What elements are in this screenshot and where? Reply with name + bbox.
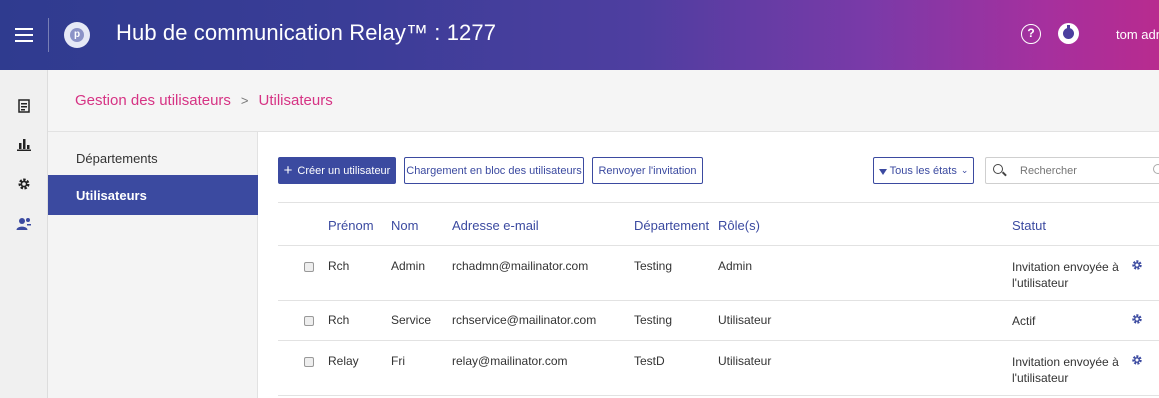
cell-department: Testing [634, 259, 673, 273]
chevron-down-icon: ⌄ [960, 165, 969, 175]
status-filter-label: Tous les états [889, 164, 957, 177]
filter-icon [878, 168, 887, 175]
cell-last-name: Fri [391, 354, 405, 368]
cell-role: Utilisateur [718, 313, 772, 327]
cell-status: Actif [1012, 314, 1036, 328]
row-checkbox[interactable] [304, 262, 314, 272]
help-icon[interactable]: ? [1021, 24, 1041, 44]
row-checkbox[interactable] [304, 357, 314, 367]
cell-status: Invitation envoyée à l'utilisateur [1012, 260, 1119, 290]
cell-last-name: Admin [391, 259, 426, 273]
search-icon [993, 164, 1003, 174]
sub-navigation: Départements Utilisateurs [48, 132, 258, 398]
brand-icon[interactable] [1058, 23, 1079, 44]
document-icon[interactable] [0, 92, 48, 120]
bulk-upload-button[interactable]: Chargement en bloc des utilisateurs [404, 157, 584, 184]
cell-first-name: Rch [328, 313, 350, 327]
cell-department: TestD [634, 354, 665, 368]
row-settings-gear-icon[interactable] [1131, 354, 1143, 366]
breadcrumb-current: Utilisateurs [258, 92, 333, 109]
column-header-email[interactable]: Adresse e-mail [452, 218, 539, 233]
logo-letter: p [70, 28, 84, 42]
search-input[interactable] [1020, 162, 1140, 180]
gear-icon[interactable] [0, 170, 48, 198]
cell-department: Testing [634, 313, 673, 327]
cell-role: Utilisateur [718, 354, 772, 368]
cell-email: rchadmn@mailinator.com [452, 259, 589, 273]
cell-last-name: Service [391, 313, 432, 327]
hamburger-icon [15, 28, 33, 42]
users-icon[interactable] [0, 210, 48, 238]
breadcrumb-separator: > [240, 93, 249, 108]
create-user-label: Créer un utilisateur [297, 164, 391, 177]
top-bar: p Hub de communication Relay™ : 1277 ? t… [0, 0, 1159, 70]
resend-invitation-button[interactable]: Renvoyer l'invitation [592, 157, 703, 184]
plus-icon: + [283, 162, 293, 179]
icon-rail [0, 70, 48, 398]
column-header-departement[interactable]: Département [634, 218, 709, 233]
bar-chart-icon[interactable] [0, 130, 48, 158]
row-settings-gear-icon[interactable] [1131, 259, 1143, 271]
table-row[interactable]: Rch Admin rchadmn@mailinator.com Testing… [278, 246, 1159, 301]
cell-email: relay@mailinator.com [452, 354, 568, 368]
header-divider [48, 18, 49, 52]
cell-email: rchservice@mailinator.com [452, 313, 597, 327]
cell-first-name: Relay [328, 354, 359, 368]
breadcrumb-parent[interactable]: Gestion des utilisateurs [75, 92, 231, 109]
column-header-roles[interactable]: Rôle(s) [718, 218, 760, 233]
row-checkbox[interactable] [304, 316, 314, 326]
status-filter-dropdown[interactable]: Tous les états ⌄ [873, 157, 974, 184]
clear-search-icon[interactable] [1153, 164, 1159, 174]
breadcrumb: Gestion des utilisateurs > Utilisateurs [48, 70, 1159, 132]
table-row[interactable]: Rch Service rchservice@mailinator.com Te… [278, 301, 1159, 341]
search-box[interactable] [985, 157, 1159, 184]
create-user-button[interactable]: + Créer un utilisateur [278, 157, 396, 184]
user-menu[interactable]: tom adm [1116, 27, 1159, 42]
column-header-prenom[interactable]: Prénom [328, 218, 374, 233]
table-row[interactable]: Relay Fri relay@mailinator.com TestD Uti… [278, 341, 1159, 396]
app-title: Hub de communication Relay™ : 1277 [116, 20, 497, 45]
app-logo: p [64, 22, 90, 48]
hamburger-menu-button[interactable] [0, 0, 48, 70]
cell-status: Invitation envoyée à l'utilisateur [1012, 355, 1119, 385]
column-header-nom[interactable]: Nom [391, 218, 418, 233]
cell-role: Admin [718, 259, 753, 273]
row-settings-gear-icon[interactable] [1131, 313, 1143, 325]
subnav-item-utilisateurs[interactable]: Utilisateurs [48, 175, 258, 215]
subnav-item-departements[interactable]: Départements [48, 138, 258, 178]
cell-first-name: Rch [328, 259, 350, 273]
column-header-statut[interactable]: Statut [1012, 218, 1046, 233]
table-header: Prénom Nom Adresse e-mail Département Rô… [278, 202, 1159, 246]
